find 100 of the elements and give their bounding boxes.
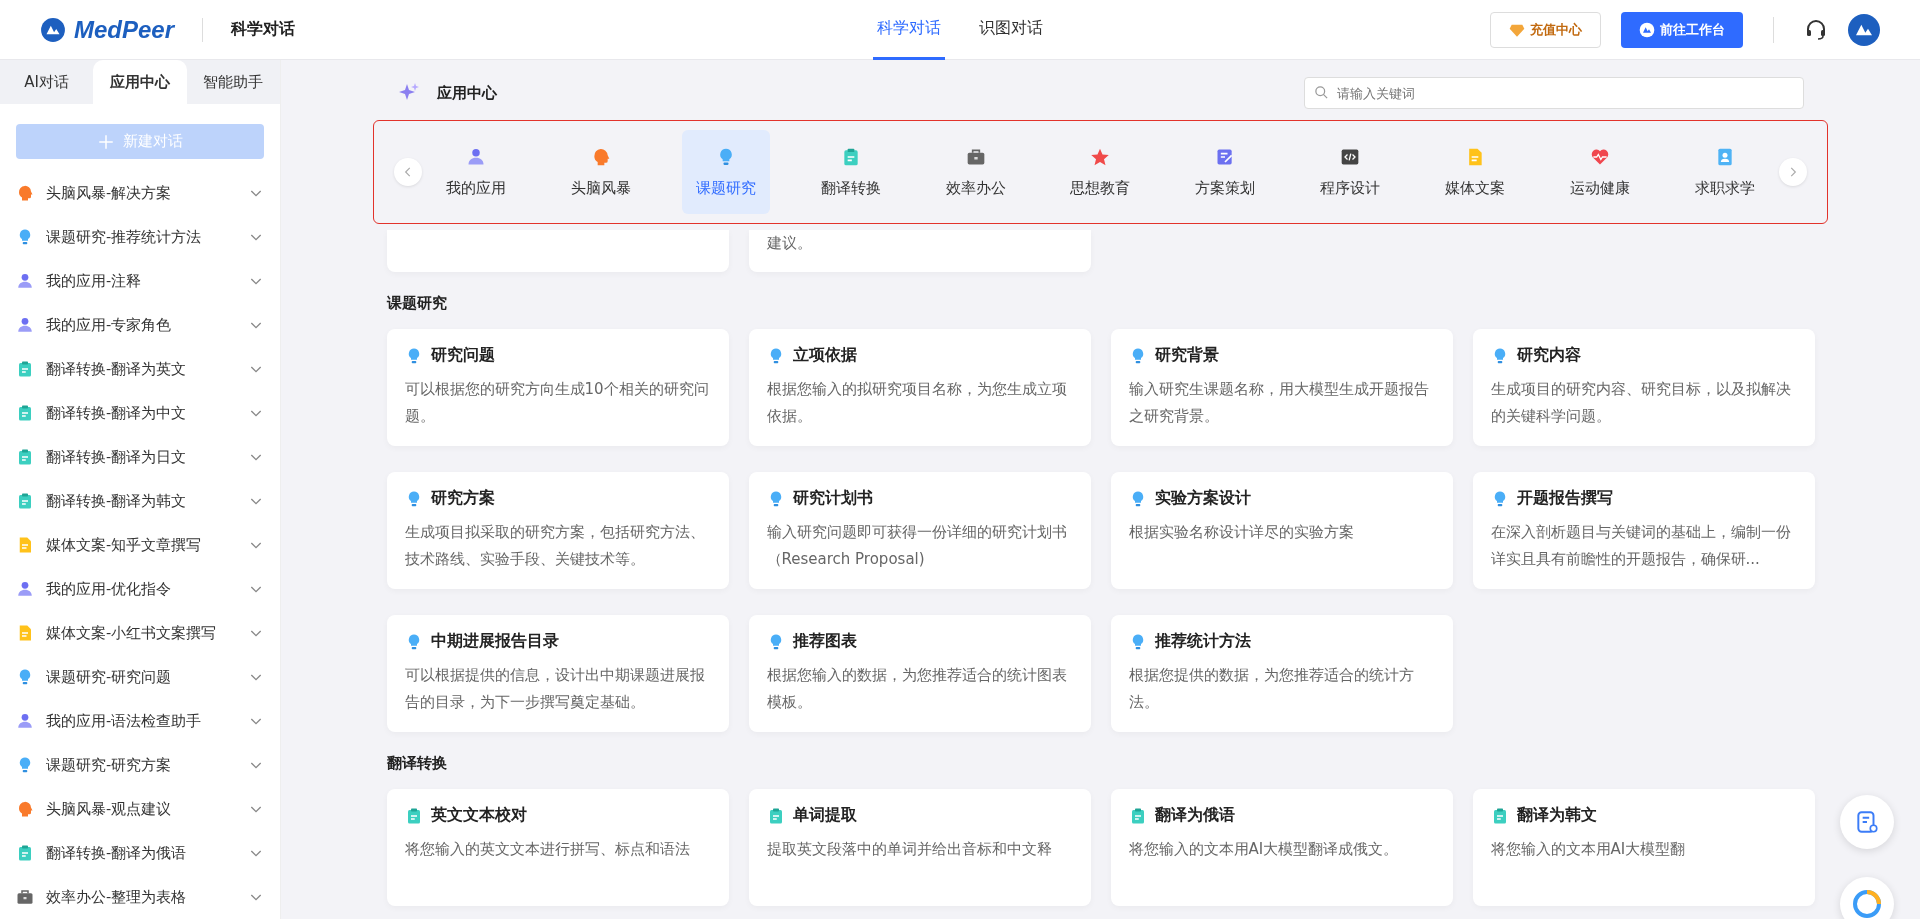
clipboard-icon: [16, 404, 34, 422]
card-title: 翻译为俄语: [1154, 805, 1235, 826]
card-title: 立项依据: [792, 345, 857, 366]
ring-icon: [1851, 888, 1883, 919]
card-description: 根据您输入的数据，为您推荐适合的统计图表模板。: [766, 665, 1068, 713]
category-tab[interactable]: 方案策划: [1181, 130, 1270, 214]
person-icon: [466, 146, 486, 167]
clipboard-icon: [16, 360, 34, 378]
card-title: 研究问题: [430, 345, 495, 366]
recharge-button[interactable]: 充值中心: [1490, 11, 1601, 48]
app-card[interactable]: 单词提取 提取英文段落中的单词并给出音标和中文释: [748, 789, 1091, 906]
category-tab[interactable]: 头脑风暴: [556, 130, 645, 214]
category-tab[interactable]: 思想教育: [1056, 130, 1145, 214]
category-tab[interactable]: 我的应用: [432, 130, 520, 214]
clipboard-icon: [16, 448, 34, 466]
card-title: 翻译为韩文: [1516, 805, 1597, 826]
card-title: 推荐统计方法: [1154, 631, 1251, 652]
conversation-item[interactable]: 媒体文案-小红书文案撰写: [46, 623, 236, 643]
sidebar-tab[interactable]: AI对话: [0, 60, 94, 105]
card-description: 根据您提供的数据，为您推荐适合的统计方法。: [1128, 665, 1415, 713]
sidebar-tab[interactable]: 应用中心: [93, 60, 187, 105]
app-card[interactable]: 翻译为韩文 将您输入的文本用AI大模型翻: [1472, 789, 1815, 906]
section-title: 应用中心: [437, 83, 497, 103]
category-tab[interactable]: 程序设计: [1306, 130, 1395, 214]
conversation-item[interactable]: 头脑风暴-解决方案: [46, 183, 236, 203]
card-description: 生成项目的研究内容、研究目标，以及拟解决的关键科学问题。: [1490, 379, 1792, 427]
card-description: 可以根据提供的信息，设计出中期课题进展报告的目录，为下一步撰写奠定基础。: [404, 665, 706, 713]
product-title: 科学对话: [231, 19, 296, 40]
logo-icon: [40, 16, 66, 43]
app-card[interactable]: 开题报告撰写 在深入剖析题目与关键词的基础上，编制一份详实且具有前瞻性的开题报告，确保研...: [1472, 472, 1815, 589]
conversation-item[interactable]: 媒体文案-知乎文章撰写: [46, 535, 236, 555]
card-title: 单词提取: [792, 805, 857, 826]
conversation-item[interactable]: 课题研究-研究问题: [46, 667, 236, 687]
card-description: 输入研究问题即可获得一份详细的研究计划书（Research Proposal): [766, 522, 1068, 570]
conversation-item[interactable]: 我的应用-专家角色: [46, 315, 236, 335]
help-document-button[interactable]: [1840, 795, 1894, 849]
conversation-item[interactable]: 头脑风暴-观点建议: [46, 799, 236, 819]
nav-tab[interactable]: 识图对话: [975, 0, 1047, 60]
conversation-item[interactable]: 我的应用-优化指令: [46, 579, 236, 599]
app-card[interactable]: 中期进展报告目录 可以根据提供的信息，设计出中期课题进展报告的目录，为下一步撰写奠定基础。: [386, 615, 729, 732]
card-title: 推荐图表: [792, 631, 857, 652]
card-description: 生成项目拟采取的研究方案，包括研究方法、技术路线、实验手段、关键技术等。: [404, 522, 706, 570]
conversation-item[interactable]: 课题研究-推荐统计方法: [46, 227, 236, 247]
search-field[interactable]: 请输入关键词: [1304, 77, 1804, 109]
plus-icon: [97, 132, 115, 151]
sidebar-tab[interactable]: 智能助手: [186, 60, 280, 105]
head-icon: [16, 800, 34, 818]
card-description: 建议。: [766, 233, 813, 254]
category-tab[interactable]: 运动健康: [1556, 130, 1644, 214]
category-tab[interactable]: 求职求学: [1680, 130, 1769, 214]
section-heading: 课题研究: [386, 294, 448, 313]
card-description: 将您输入的英文文本进行拼写、标点和语法: [404, 839, 691, 860]
person-icon: [16, 316, 34, 334]
category-tab[interactable]: 课题研究: [681, 130, 770, 214]
card-title: 中期进展报告目录: [430, 631, 559, 652]
headset-icon[interactable]: [1804, 17, 1828, 42]
app-card[interactable]: 实验方案设计 根据实验名称设计详尽的实验方案: [1110, 472, 1453, 589]
conversation-item[interactable]: 翻译转换-翻译为韩文: [46, 491, 236, 511]
app-card[interactable]: 翻译为俄语 将您输入的文本用AI大模型翻译成俄文。: [1110, 789, 1453, 906]
conversation-item[interactable]: 课题研究-研究方案: [46, 755, 236, 775]
logo-icon: [1639, 21, 1655, 38]
card-title: 研究方案: [430, 488, 495, 509]
conversation-item[interactable]: 我的应用-注释: [46, 271, 236, 291]
card-description: 可以根据您的研究方向生成10个相关的研究问题。: [404, 379, 710, 427]
workbench-button[interactable]: 前往工作台: [1621, 11, 1743, 48]
card-description: 将您输入的文本用AI大模型翻: [1490, 839, 1687, 860]
card-title: 实验方案设计: [1154, 488, 1251, 509]
card-title: 英文文本校对: [430, 805, 527, 826]
app-card[interactable]: 研究计划书 输入研究问题即可获得一份详细的研究计划书（Research Proposal): [748, 472, 1091, 589]
app-card[interactable]: 研究方案 生成项目拟采取的研究方案，包括研究方法、技术路线、实验手段、关键技术等。: [386, 472, 729, 589]
card-description: 输入研究生课题名称，用大模型生成开题报告之研究背景。: [1128, 379, 1430, 427]
app-card[interactable]: 英文文本校对 将您输入的英文文本进行拼写、标点和语法: [386, 789, 729, 906]
card-description: 在深入剖析题目与关键词的基础上，编制一份详实且具有前瞻性的开题报告，确保研...: [1490, 522, 1792, 570]
conversation-item[interactable]: 我的应用-语法检查助手: [46, 711, 236, 731]
document-question-icon: [1854, 809, 1880, 835]
app-card[interactable]: 研究问题 可以根据您的研究方向生成10个相关的研究问题。: [386, 329, 729, 446]
logo-text: MedPeer: [74, 15, 175, 44]
conversation-item[interactable]: 翻译转换-翻译为英文: [46, 359, 236, 379]
app-card[interactable]: 推荐图表 根据您输入的数据，为您推荐适合的统计图表模板。: [748, 615, 1091, 732]
head-icon: [16, 184, 34, 202]
conversation-item[interactable]: 翻译转换-翻译为日文: [46, 447, 236, 467]
app-card[interactable]: 研究内容 生成项目的研究内容、研究目标，以及拟解决的关键科学问题。: [1472, 329, 1815, 446]
person-icon: [16, 272, 34, 290]
app-card[interactable]: 建议。: [748, 230, 1091, 272]
conversation-item[interactable]: 翻译转换-翻译为俄语: [46, 843, 236, 863]
assistant-button[interactable]: [1840, 877, 1894, 919]
conversation-item[interactable]: 翻译转换-翻译为中文: [46, 403, 236, 423]
avatar-icon[interactable]: [1848, 13, 1880, 46]
app-card[interactable]: 研究背景 输入研究生课题名称，用大模型生成开题报告之研究背景。: [1110, 329, 1453, 446]
card-title: 研究计划书: [792, 488, 873, 509]
category-tab[interactable]: 媒体文案: [1431, 130, 1520, 214]
app-card[interactable]: 推荐统计方法 根据您提供的数据，为您推荐适合的统计方法。: [1110, 615, 1453, 732]
card-description: 将您输入的文本用AI大模型翻译成俄文。: [1128, 839, 1400, 860]
person-icon: [16, 580, 34, 598]
app-card[interactable]: 立项依据 根据您输入的拟研究项目名称，为您生成立项依据。: [748, 329, 1091, 446]
category-tab[interactable]: 翻译转换: [806, 130, 895, 214]
category-tab[interactable]: 效率办公: [931, 130, 1020, 214]
card-description: 提取英文段落中的单词并给出音标和中文释: [766, 839, 1053, 860]
conversation-item[interactable]: 效率办公-整理为表格: [46, 887, 236, 907]
section-heading: 翻译转换: [386, 754, 448, 773]
